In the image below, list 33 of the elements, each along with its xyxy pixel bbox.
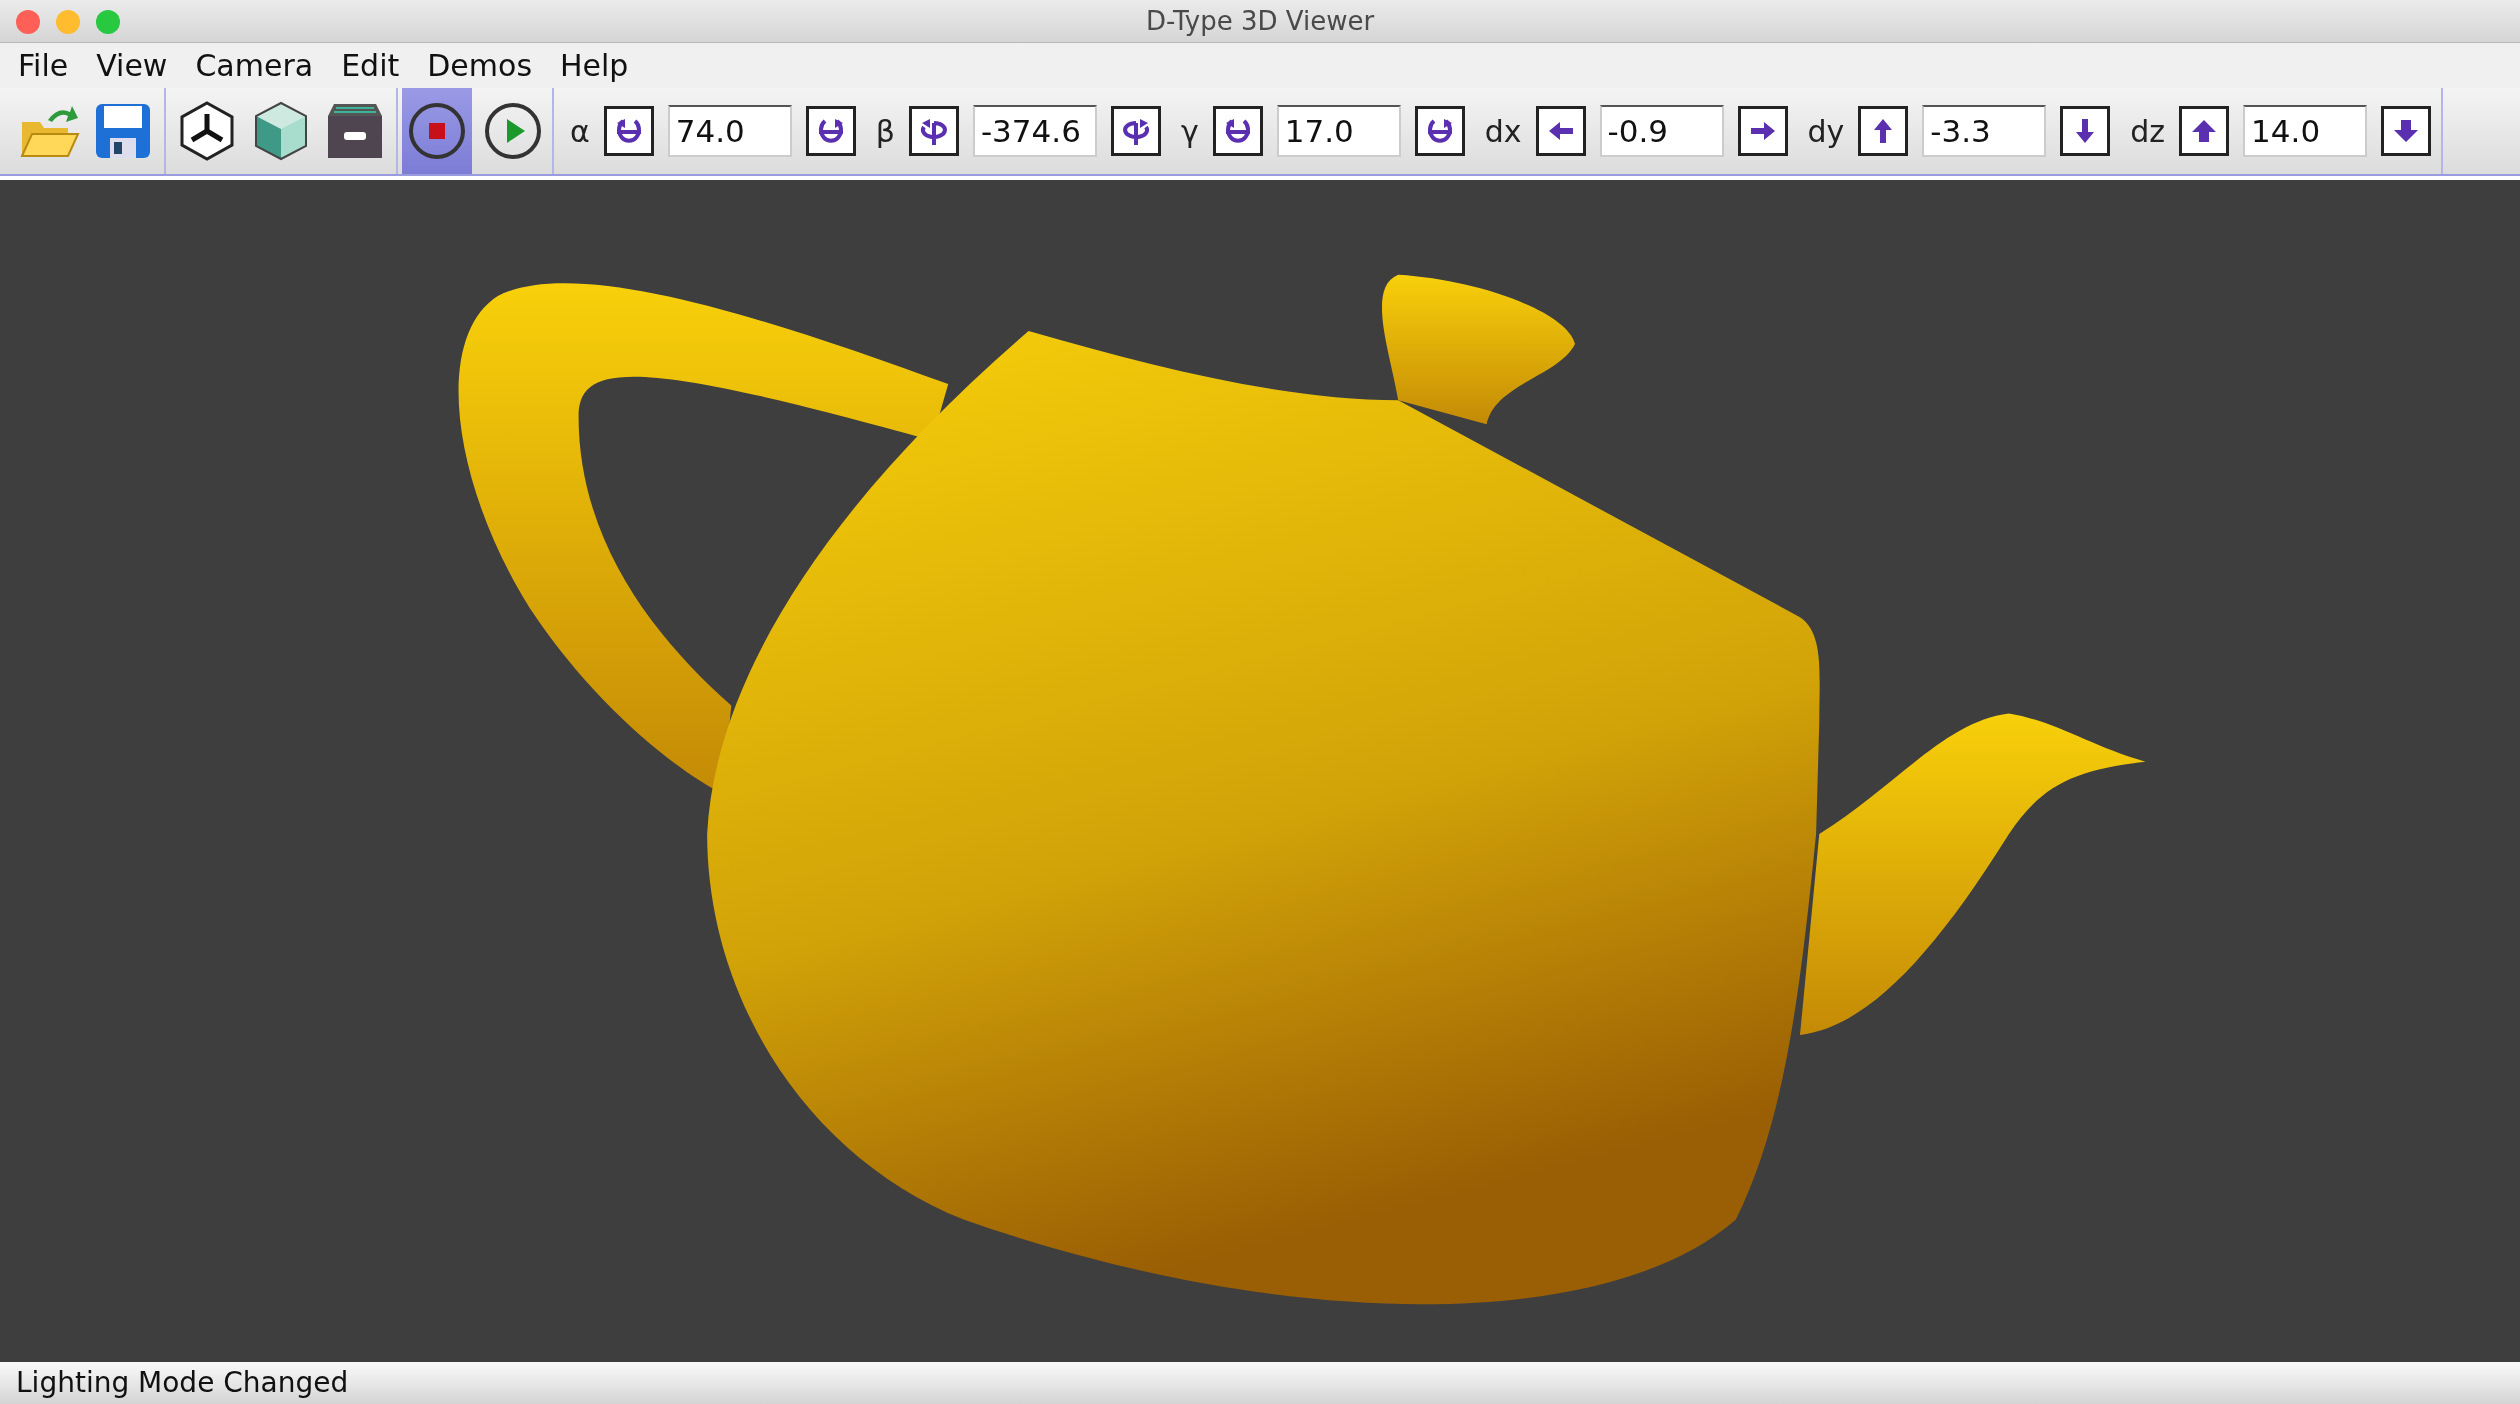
decrement-button[interactable] — [1212, 106, 1263, 157]
menu-item[interactable]: Help — [550, 48, 639, 84]
decrement-button[interactable] — [2179, 106, 2230, 157]
value-field[interactable]: 14.0 — [2243, 105, 2368, 158]
menu-item[interactable]: Camera — [185, 48, 324, 84]
value-field[interactable]: -374.6 — [972, 105, 1097, 158]
status-text: Lighting Mode Changed — [16, 1366, 349, 1400]
menu-item[interactable]: View — [86, 48, 178, 84]
increment-button[interactable] — [805, 106, 856, 157]
decrement-button[interactable] — [1858, 106, 1909, 157]
increment-button[interactable] — [1110, 106, 1161, 157]
axis-label: β — [875, 113, 895, 149]
increment-button[interactable] — [1737, 106, 1788, 157]
axis-label: γ — [1180, 113, 1199, 149]
decrement-button[interactable] — [908, 106, 959, 157]
value-field[interactable]: 74.0 — [667, 105, 792, 158]
menu-item[interactable]: Edit — [331, 48, 410, 84]
value-field[interactable]: 17.0 — [1276, 105, 1401, 158]
decrement-button[interactable] — [1535, 106, 1586, 157]
axis-label: α — [570, 113, 590, 149]
window-title: D-Type 3D Viewer — [1145, 6, 1375, 37]
decrement-button[interactable] — [603, 106, 654, 157]
stop-button[interactable] — [402, 88, 472, 175]
increment-button[interactable] — [2060, 106, 2111, 157]
axis-label: dx — [1484, 113, 1522, 149]
axis-label: dy — [1807, 113, 1845, 149]
value-field[interactable]: -3.3 — [1922, 105, 2047, 158]
axis-label: dz — [2130, 113, 2166, 149]
increment-button[interactable] — [1414, 106, 1465, 157]
menu-item[interactable]: File — [8, 48, 79, 84]
menu-item[interactable]: Demos — [417, 48, 542, 84]
value-field[interactable]: -0.9 — [1599, 105, 1724, 158]
increment-button[interactable] — [2381, 106, 2432, 157]
